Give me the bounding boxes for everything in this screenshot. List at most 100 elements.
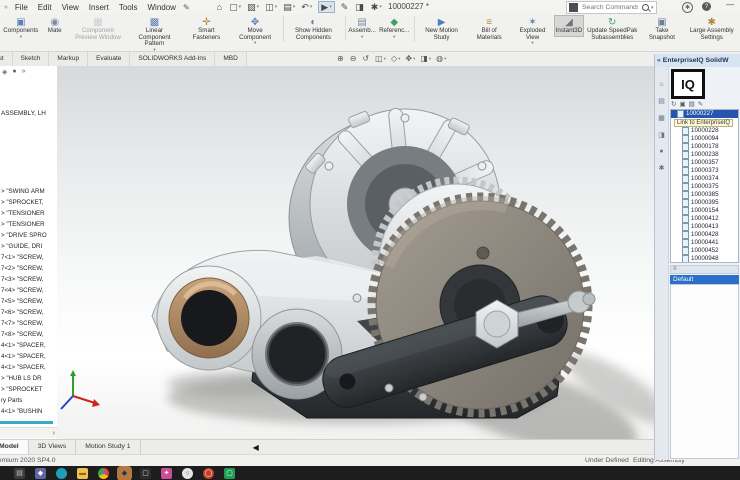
feature-tree-item[interactable]: > "HUB LS DR (1, 373, 57, 384)
config-row-default[interactable]: Default (670, 275, 739, 284)
quick-access-icon[interactable]: ▤ ▾ (283, 2, 295, 12)
iq-tree-item[interactable]: 10000412 (671, 215, 738, 223)
taskbar-app-icon[interactable]: ✦ (161, 468, 172, 479)
iq-tree-item[interactable]: 10000154 (671, 207, 738, 215)
command-button[interactable]: ▩ Linear Component Pattern ▾ (127, 16, 182, 53)
quick-access-icon[interactable]: ◫ ▾ (265, 2, 277, 12)
document-tab[interactable]: Model (0, 440, 29, 455)
taskbar-app-icon[interactable]: ▤ (14, 468, 25, 479)
command-button[interactable]: ◆ Referenc... ▾ (379, 16, 410, 40)
command-button[interactable]: ✛ Smart Fasteners (184, 16, 229, 42)
dropdown-caret-icon[interactable]: ▾ (275, 2, 278, 12)
taskbar-app-icon[interactable]: ▬ (77, 468, 88, 479)
task-pane-tab-icon[interactable]: ✱ (659, 164, 665, 172)
feature-tree-item[interactable]: 4<1> "SPACER, (1, 351, 57, 362)
iq-tree-item[interactable]: 10000441 (671, 239, 738, 247)
feature-tree-item[interactable]: 7<3> "SCREW, (1, 274, 57, 285)
quick-access-icon[interactable]: ↶ ▾ (301, 2, 312, 12)
feature-tree-item[interactable]: ry Parts (1, 395, 57, 406)
dropdown-caret-icon[interactable]: ▾ (444, 56, 446, 62)
task-pane-tab-icon[interactable]: ⌂ (659, 81, 663, 88)
feature-tree-item[interactable]: > "TENSIONER (1, 208, 57, 219)
taskbar-app-icon[interactable]: ◆ (35, 468, 46, 479)
task-pane-tab-icon[interactable]: ▤ (658, 97, 665, 105)
command-button[interactable]: ▦ Component Preview Window (71, 16, 126, 42)
search-box[interactable]: ▾ (566, 1, 657, 14)
quick-access-icon[interactable]: ✎ (341, 2, 350, 12)
iq-tree-item[interactable]: 10000178 (671, 143, 738, 151)
dropdown-caret-icon[interactable]: ▾ (254, 41, 256, 45)
command-button[interactable]: ◢ Instant3D (555, 16, 583, 36)
menu-item[interactable]: Tools (114, 3, 143, 12)
iq-tree-item[interactable]: 10000428 (671, 231, 738, 239)
task-pane-tab-icon[interactable]: ◨ (658, 131, 665, 139)
command-button[interactable]: ✶ Exploded View ▾ (512, 16, 553, 46)
assembly-root-label[interactable]: ASSEMBLY, LH (1, 110, 46, 117)
menu-item[interactable]: View (57, 3, 84, 12)
taskbar-app-icon[interactable] (56, 468, 67, 479)
quick-access-icon[interactable]: ✱ ▾ (371, 2, 382, 12)
feature-tree-item[interactable]: 7<7> "SCREW, (1, 318, 57, 329)
scroll-right-icon[interactable]: › (53, 430, 55, 437)
command-button[interactable]: ↻ Update SpeedPak Subassemblies (585, 16, 640, 42)
taskbar-app-icon[interactable]: ▢ (224, 468, 235, 479)
iq-tool-icon[interactable]: ✎ (698, 100, 703, 108)
dropdown-caret-icon[interactable]: ▾ (429, 56, 431, 62)
iq-tree-item[interactable]: 10000948 (671, 255, 738, 263)
feature-tree-item[interactable]: 4<1> "SPACER, (1, 362, 57, 373)
menu-item[interactable]: File (10, 3, 33, 12)
view-tool-icon[interactable]: ◨ ▾ (420, 54, 431, 63)
dropdown-caret-icon[interactable]: ▾ (329, 2, 332, 12)
iq-tree-item[interactable]: 10000413 (671, 223, 738, 231)
dropdown-caret-icon[interactable]: ▾ (361, 35, 363, 39)
feature-tree-item[interactable]: > "SWING ARM (1, 186, 57, 197)
dropdown-caret-icon[interactable]: ▾ (531, 41, 533, 45)
iq-tree-item[interactable]: 10000228 (671, 127, 738, 135)
feature-tree-item[interactable]: 7<2> "SCREW, (1, 263, 57, 274)
ribbon-tab[interactable]: Evaluate (88, 52, 130, 66)
command-button[interactable]: ✱ Large Assembly Settings (684, 16, 739, 42)
config-section-bar[interactable]: ≡ (670, 265, 739, 274)
dropdown-caret-icon[interactable]: ▾ (257, 2, 260, 12)
graphics-viewport[interactable] (57, 66, 655, 440)
feature-tree-item[interactable]: 4<1> "BUSHIN (1, 406, 57, 417)
iq-tool-icon[interactable]: ▤ (689, 100, 695, 108)
menu-item[interactable]: Insert (84, 3, 114, 12)
ribbon-tab[interactable]: MBD (215, 52, 246, 66)
feature-tree-item[interactable]: > "SPROCKET (1, 384, 57, 395)
quick-access-icon[interactable]: ⌂ (217, 2, 223, 12)
search-caret-icon[interactable]: ▾ (651, 5, 654, 11)
feature-tree-item[interactable]: 7<4> "SCREW, (1, 285, 57, 296)
taskbar-app-icon[interactable]: ◆ (119, 468, 130, 479)
quick-access-icon[interactable]: ◨ (355, 2, 365, 12)
taskbar-app-icon[interactable]: ▢ (140, 468, 151, 479)
collapse-chevrons-icon[interactable]: « (657, 57, 661, 64)
command-button[interactable]: ▤ Assemb... ▾ (345, 16, 377, 40)
iq-tree-item[interactable]: 10000385 (671, 191, 738, 199)
view-tool-icon[interactable]: ◫ ▾ (375, 54, 386, 63)
feature-tree-item[interactable]: > "TENSIONER (1, 219, 57, 230)
view-tool-icon[interactable]: ↺ (362, 54, 370, 63)
dropdown-caret-icon[interactable]: ▾ (393, 35, 395, 39)
command-button[interactable]: ◐ Show Hidden Components (283, 16, 341, 42)
tree-tab-icon[interactable]: » (22, 68, 26, 76)
quick-access-icon[interactable]: ▶ ▾ (318, 1, 334, 13)
task-pane-tab-icon[interactable]: ● (659, 148, 663, 155)
view-tool-icon[interactable]: ◍ ▾ (436, 54, 446, 63)
dropdown-caret-icon[interactable]: ▾ (413, 56, 415, 62)
menu-item[interactable]: Edit (33, 3, 57, 12)
pencil-icon[interactable]: ✎ (183, 3, 190, 12)
ribbon-tab[interactable]: Layout (0, 52, 13, 66)
dropdown-caret-icon[interactable]: ▾ (20, 35, 22, 39)
command-button[interactable]: ▣ Components ▾ (3, 16, 39, 40)
rollback-bar[interactable] (0, 421, 53, 424)
taskbar-app-icon[interactable]: ● (98, 468, 109, 479)
taskbar-app-icon[interactable]: ○ (182, 468, 193, 479)
minimize-button[interactable]: — (726, 0, 734, 9)
iq-tool-icon[interactable]: ▣ (679, 100, 685, 108)
iq-tree-item[interactable]: 10000374 (671, 175, 738, 183)
document-tab[interactable]: Motion Study 1 (76, 440, 140, 455)
iq-tree-item[interactable]: 10000094 (671, 135, 738, 143)
command-button[interactable]: ✥ Move Component ▾ (231, 16, 279, 46)
ribbon-tab[interactable]: Sketch (13, 52, 50, 66)
